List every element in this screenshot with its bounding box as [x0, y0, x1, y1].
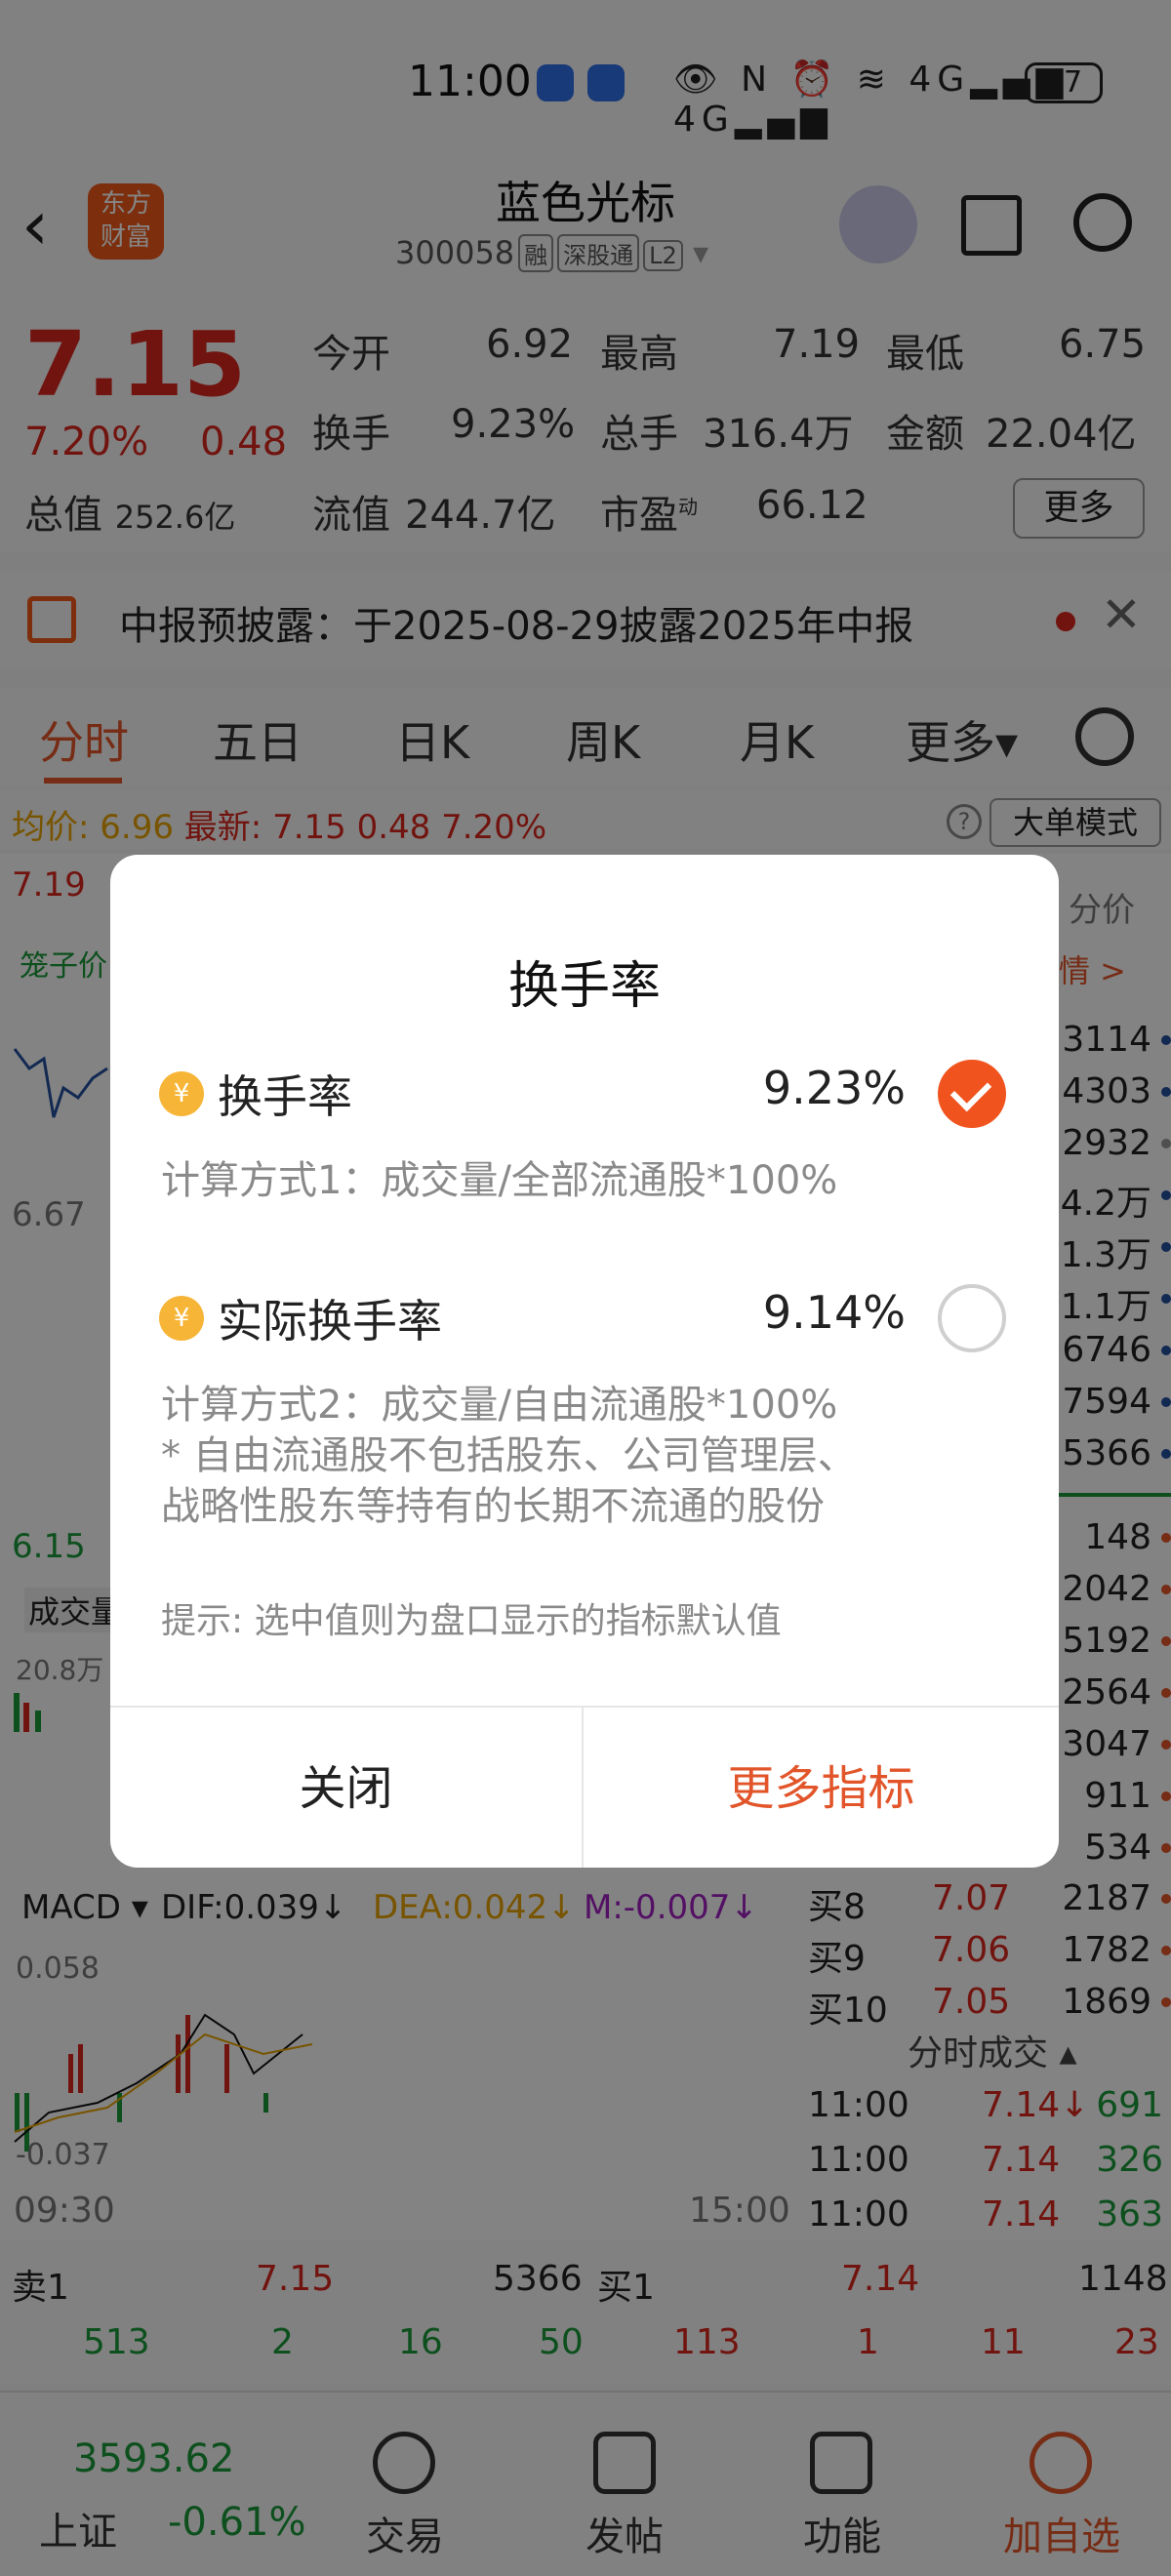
option-turnover-value[interactable]: 9.23% [710, 1062, 906, 1114]
option-actual-turnover-radio[interactable] [938, 1284, 1006, 1352]
close-button[interactable]: 关闭 [110, 1708, 584, 1868]
coin-icon: ¥ [159, 1296, 204, 1341]
dialog-buttons: 关闭 更多指标 [110, 1706, 1059, 1868]
option-actual-turnover-value[interactable]: 9.14% [710, 1286, 906, 1339]
option-actual-turnover-label[interactable]: 实际换手率 [218, 1286, 442, 1350]
dialog-title: 换手率 [507, 957, 661, 1016]
coin-icon: ¥ [159, 1071, 204, 1116]
option-turnover-radio[interactable] [938, 1060, 1006, 1128]
calc-method-2: 计算方式2：成交量/自由流通股*100% * 自由流通股不包括股东、公司管理层、… [161, 1383, 857, 1529]
dialog-hint: 提示: 选中值则为盘口显示的指标默认值 [161, 1601, 782, 1641]
option-turnover-label[interactable]: 换手率 [218, 1062, 352, 1126]
more-indicators-button[interactable]: 更多指标 [585, 1708, 1058, 1868]
turnover-rate-dialog: 换手率 ¥ 换手率 9.23% 计算方式1：成交量/全部流通股*100% ¥ 实… [110, 855, 1059, 1868]
calc-method-1: 计算方式1：成交量/全部流通股*100% [161, 1158, 838, 1203]
